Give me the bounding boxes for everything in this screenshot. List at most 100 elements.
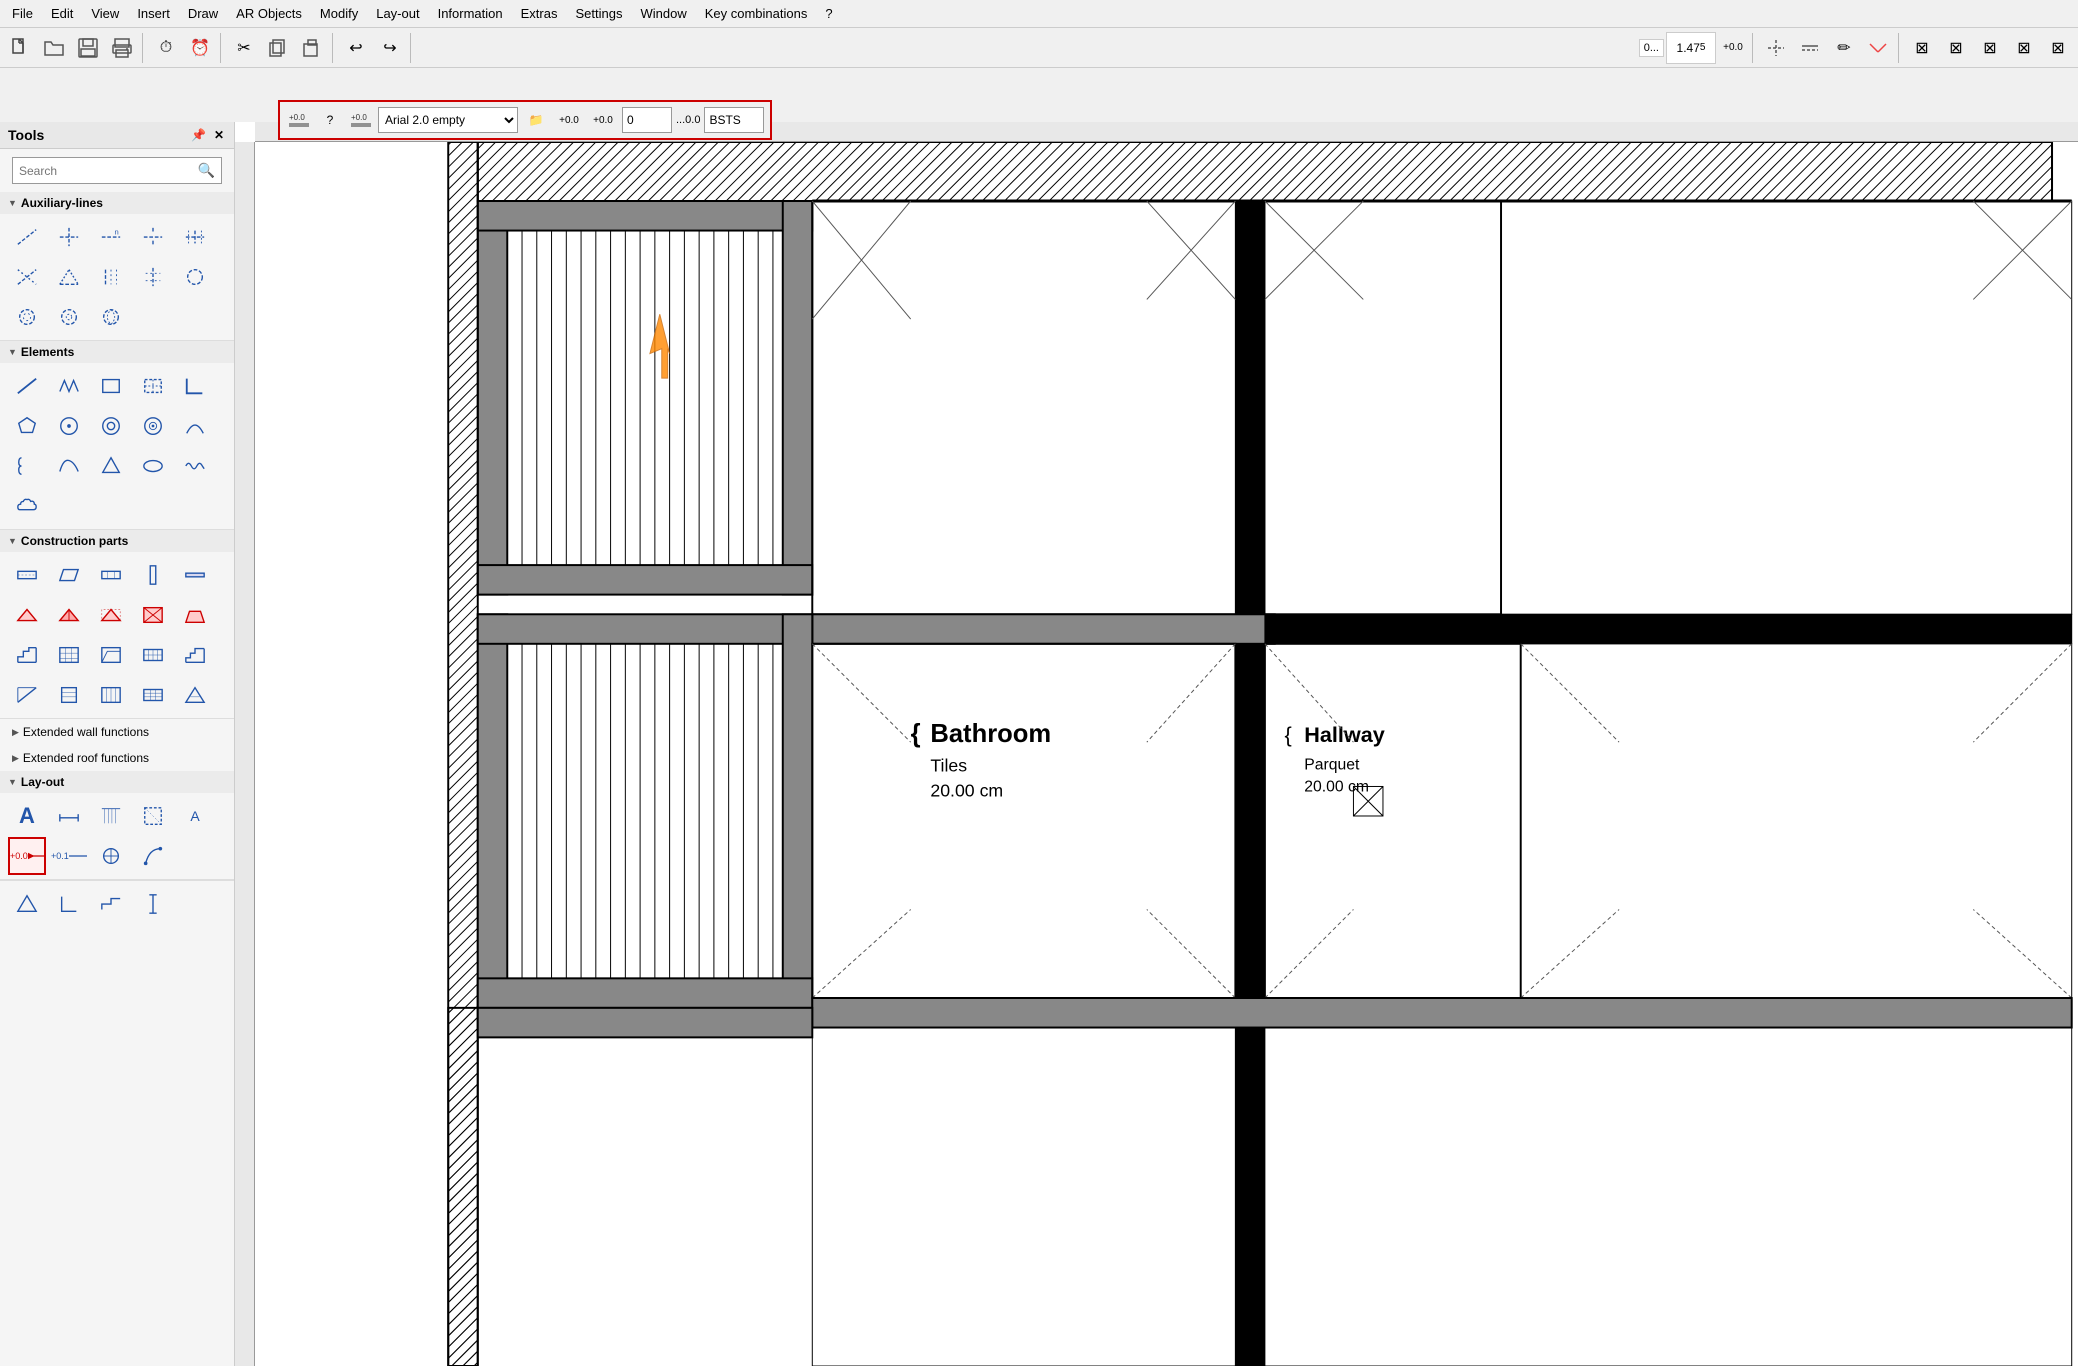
- floor-plan[interactable]: { Bathroom Tiles 20.00 cm { Hallway Parq…: [255, 142, 2078, 1366]
- menu-ar-objects[interactable]: AR Objects: [228, 4, 310, 23]
- roof-flat-tool[interactable]: [8, 596, 46, 634]
- zoom-plus-btn[interactable]: +0.0: [1718, 32, 1748, 64]
- text-question-btn[interactable]: ?: [316, 106, 344, 134]
- menu-insert[interactable]: Insert: [129, 4, 178, 23]
- stair-tool-2[interactable]: [50, 636, 88, 674]
- aux-line-tool-3[interactable]: n: [92, 218, 130, 256]
- aux-line-tool-1[interactable]: [8, 218, 46, 256]
- roof-tri-tool[interactable]: [50, 596, 88, 634]
- aux-line-tool-8[interactable]: [92, 258, 130, 296]
- step-tool[interactable]: [92, 885, 130, 923]
- circle-full-tool[interactable]: [50, 407, 88, 445]
- aux-line-tool-4[interactable]: [134, 218, 172, 256]
- stair-tool-1[interactable]: [8, 636, 46, 674]
- cut-button[interactable]: ✂: [228, 32, 260, 64]
- open-button[interactable]: [38, 32, 70, 64]
- text-offset-btn2[interactable]: +0.0: [348, 106, 374, 134]
- plus0-btn2[interactable]: +0.0: [588, 106, 618, 134]
- menu-modify[interactable]: Modify: [312, 4, 366, 23]
- circle-half-tool[interactable]: [134, 407, 172, 445]
- aux-line-tool-7[interactable]: [50, 258, 88, 296]
- number-input[interactable]: [622, 107, 672, 133]
- brace-tool[interactable]: [8, 447, 46, 485]
- text-input[interactable]: [704, 107, 764, 133]
- arc-tool[interactable]: [176, 407, 214, 445]
- dim-horiz-tool[interactable]: [50, 797, 88, 835]
- menu-edit[interactable]: Edit: [43, 4, 81, 23]
- print-button[interactable]: [106, 32, 138, 64]
- extra-btn-1[interactable]: [1760, 32, 1792, 64]
- tools-close-icon[interactable]: ✕: [212, 126, 226, 144]
- aux-line-tool-2[interactable]: [50, 218, 88, 256]
- text-offset-btn1[interactable]: +0.0: [286, 106, 312, 134]
- copy-button[interactable]: [262, 32, 294, 64]
- extra-btn-4[interactable]: [1862, 32, 1894, 64]
- timer1-button[interactable]: ⏱: [150, 32, 182, 64]
- extra-btn-3[interactable]: ✏: [1828, 32, 1860, 64]
- menu-extras[interactable]: Extras: [513, 4, 566, 23]
- stair-tool-6[interactable]: [8, 676, 46, 714]
- wall-multi-tool[interactable]: [92, 556, 130, 594]
- level-mark-tool-2[interactable]: +0.1: [50, 837, 88, 875]
- menu-draw[interactable]: Draw: [180, 4, 226, 23]
- redo-button[interactable]: ↪: [374, 32, 406, 64]
- curve-layout-tool[interactable]: [134, 837, 172, 875]
- wall-slant-tool[interactable]: [50, 556, 88, 594]
- new-button[interactable]: [4, 32, 36, 64]
- roof-hip-tool[interactable]: [176, 596, 214, 634]
- stair-tool-9[interactable]: [134, 676, 172, 714]
- save-button[interactable]: [72, 32, 104, 64]
- construction-parts-header[interactable]: Construction parts: [0, 530, 234, 552]
- aux-circ-tool-4[interactable]: [92, 298, 130, 336]
- undo-button[interactable]: ↩: [340, 32, 372, 64]
- dim-select-tool[interactable]: [134, 797, 172, 835]
- aux-circ-tool-3[interactable]: [50, 298, 88, 336]
- menu-help[interactable]: ?: [817, 4, 840, 23]
- search-input[interactable]: [19, 164, 198, 178]
- menu-settings[interactable]: Settings: [567, 4, 630, 23]
- menu-window[interactable]: Window: [632, 4, 694, 23]
- box-x-btn4[interactable]: ⊠: [2008, 32, 2040, 64]
- corner-tool[interactable]: [50, 885, 88, 923]
- canvas-area[interactable]: { Bathroom Tiles 20.00 cm { Hallway Parq…: [235, 122, 2078, 1366]
- tools-pin-icon[interactable]: 📌: [189, 126, 208, 144]
- extended-wall-link[interactable]: Extended wall functions: [8, 723, 226, 741]
- font-select[interactable]: Arial 2.0 emptyArial 2.0 emptyArial 2.5A…: [378, 107, 518, 133]
- circle-ring-tool[interactable]: [92, 407, 130, 445]
- wall-tool[interactable]: [8, 556, 46, 594]
- stair-tool-7[interactable]: [50, 676, 88, 714]
- box-x-btn2[interactable]: ⊠: [1940, 32, 1972, 64]
- box-x-btn3[interactable]: ⊠: [1974, 32, 2006, 64]
- timer2-button[interactable]: ⏰: [184, 32, 216, 64]
- menu-file[interactable]: File: [4, 4, 41, 23]
- extended-roof-link[interactable]: Extended roof functions: [8, 749, 226, 767]
- stair-tool-4[interactable]: [134, 636, 172, 674]
- column-tool[interactable]: [134, 556, 172, 594]
- dim-vertical-tool[interactable]: [134, 885, 172, 923]
- stair-tool-5[interactable]: [176, 636, 214, 674]
- elements-header[interactable]: Elements: [0, 341, 234, 363]
- layout-section-header[interactable]: Lay-out: [0, 771, 234, 793]
- triangle-tool-2[interactable]: [8, 885, 46, 923]
- line-tool[interactable]: [8, 367, 46, 405]
- aux-circ-tool-2[interactable]: [8, 298, 46, 336]
- rect-select-tool[interactable]: [134, 367, 172, 405]
- auxiliary-lines-header[interactable]: Auxiliary-lines: [0, 192, 234, 214]
- l-shape-tool[interactable]: [176, 367, 214, 405]
- text-layout-tool[interactable]: A: [8, 797, 46, 835]
- cloud-tool[interactable]: [8, 487, 46, 525]
- ellipse-tool[interactable]: [134, 447, 172, 485]
- polygon-tool[interactable]: [8, 407, 46, 445]
- level-mark-tool-active[interactable]: +0.0: [8, 837, 46, 875]
- menu-layout[interactable]: Lay-out: [368, 4, 427, 23]
- box-x-btn5[interactable]: ⊠: [2042, 32, 2074, 64]
- paste-button[interactable]: [296, 32, 328, 64]
- roof-x-tool[interactable]: [92, 596, 130, 634]
- menu-view[interactable]: View: [83, 4, 127, 23]
- stair-tool-3[interactable]: [92, 636, 130, 674]
- aux-circ-tool-1[interactable]: [176, 258, 214, 296]
- roof-cross-tool[interactable]: [134, 596, 172, 634]
- plus0-btn1[interactable]: +0.0: [554, 106, 584, 134]
- extra-btn-2[interactable]: [1794, 32, 1826, 64]
- curve-arch-tool[interactable]: [50, 447, 88, 485]
